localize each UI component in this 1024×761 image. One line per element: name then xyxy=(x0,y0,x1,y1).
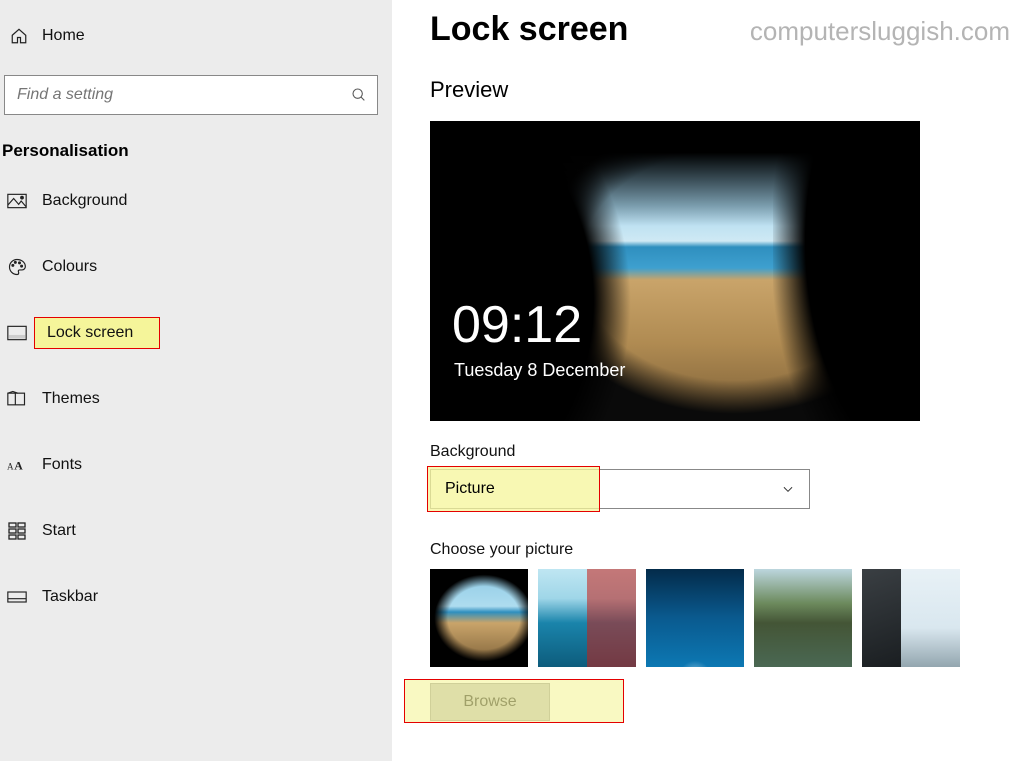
sidebar-item-label: Themes xyxy=(42,390,100,408)
picture-thumb-3[interactable] xyxy=(646,569,744,667)
sidebar-item-taskbar[interactable]: Taskbar xyxy=(0,571,392,623)
sidebar-item-label: Fonts xyxy=(42,456,82,474)
browse-button[interactable]: Browse xyxy=(430,683,550,721)
nav-list: Background Colours Lock screen xyxy=(0,175,392,623)
sidebar-item-background[interactable]: Background xyxy=(0,175,392,227)
home-nav[interactable]: Home xyxy=(0,18,392,53)
picture-thumbnails xyxy=(430,569,1010,667)
main-panel: computersluggish.com Lock screen Preview… xyxy=(392,0,1024,761)
picture-icon xyxy=(6,193,28,209)
dropdown-value: Picture xyxy=(445,480,495,498)
sidebar-item-colours[interactable]: Colours xyxy=(0,241,392,293)
background-label: Background xyxy=(430,443,1010,461)
sidebar-item-label: Start xyxy=(42,522,76,540)
watermark: computersluggish.com xyxy=(750,16,1010,47)
fonts-icon: AA xyxy=(6,457,28,473)
preview-heading: Preview xyxy=(430,77,1010,103)
sidebar-item-label: Lock screen xyxy=(47,324,133,341)
palette-icon xyxy=(6,257,28,277)
sidebar-item-label: Background xyxy=(42,192,127,210)
choose-picture-label: Choose your picture xyxy=(430,541,1010,559)
background-dropdown[interactable]: Picture xyxy=(430,469,810,509)
sidebar-item-fonts[interactable]: AA Fonts xyxy=(0,439,392,491)
chevron-down-icon xyxy=(781,482,795,496)
sidebar-item-label: Taskbar xyxy=(42,588,98,606)
browse-label: Browse xyxy=(463,693,516,711)
highlight-box: Lock screen xyxy=(34,317,160,349)
preview-date: Tuesday 8 December xyxy=(454,360,625,381)
lock-screen-preview: 09:12 Tuesday 8 December xyxy=(430,121,920,421)
picture-thumb-5[interactable] xyxy=(862,569,960,667)
lock-screen-icon xyxy=(6,325,28,341)
search-input[interactable] xyxy=(4,75,378,115)
picture-thumb-4[interactable] xyxy=(754,569,852,667)
sidebar-item-lock-screen[interactable]: Lock screen xyxy=(0,307,392,359)
home-icon xyxy=(8,27,30,45)
home-label: Home xyxy=(42,27,85,45)
themes-icon xyxy=(6,390,28,408)
preview-clock: 09:12 xyxy=(452,295,582,355)
category-title: Personalisation xyxy=(0,115,392,175)
sidebar-item-start[interactable]: Start xyxy=(0,505,392,557)
start-icon xyxy=(6,522,28,540)
picture-thumb-1[interactable] xyxy=(430,569,528,667)
sidebar-item-label: Colours xyxy=(42,258,97,276)
svg-text:A: A xyxy=(14,459,23,473)
search-icon xyxy=(351,87,367,103)
sidebar: Home Personalisation Background Colours xyxy=(0,0,392,761)
taskbar-icon xyxy=(6,590,28,604)
sidebar-item-themes[interactable]: Themes xyxy=(0,373,392,425)
svg-text:A: A xyxy=(7,462,14,472)
search-field[interactable] xyxy=(15,85,351,105)
picture-thumb-2[interactable] xyxy=(538,569,636,667)
